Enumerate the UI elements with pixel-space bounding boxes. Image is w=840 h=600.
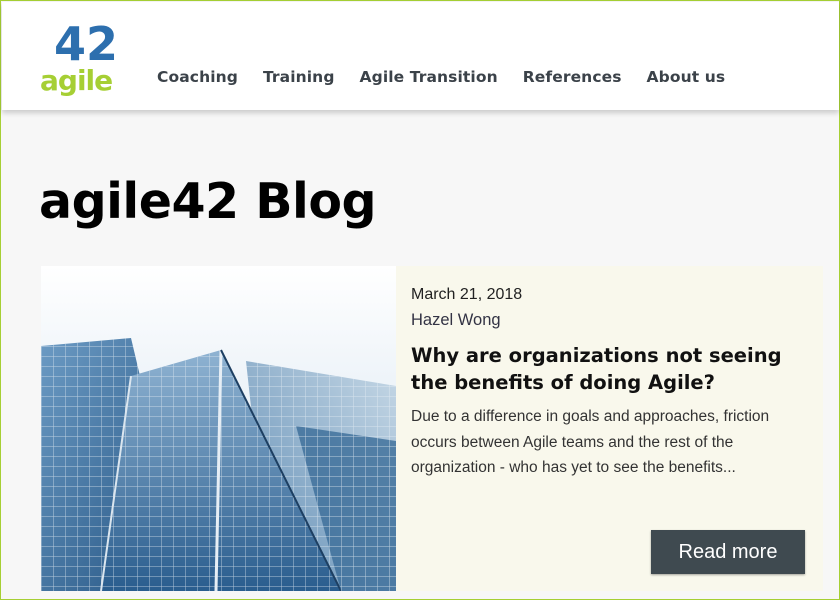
post-panel: March 21, 2018 Hazel Wong Why are organi…: [396, 266, 823, 591]
post-image[interactable]: [41, 266, 396, 591]
post-date: March 21, 2018: [411, 286, 523, 303]
logo-number: 42: [54, 17, 118, 71]
main-nav: Coaching Training Agile Transition Refer…: [157, 68, 750, 86]
site-header: 42 agile Coaching Training Agile Transit…: [2, 2, 839, 110]
post-title[interactable]: Why are organizations not seeing the ben…: [411, 342, 811, 396]
post-excerpt: Due to a difference in goals and approac…: [411, 408, 770, 476]
page-title: agile42 Blog: [39, 173, 377, 230]
nav-item-agile-transition[interactable]: Agile Transition: [360, 68, 498, 86]
agile42-logo[interactable]: 42 agile: [38, 16, 124, 100]
nav-item-references[interactable]: References: [523, 68, 622, 86]
read-more-button[interactable]: Read more: [651, 530, 805, 574]
nav-item-training[interactable]: Training: [263, 68, 335, 86]
logo-word: agile: [40, 64, 112, 97]
nav-item-about-us[interactable]: About us: [647, 68, 726, 86]
nav-item-coaching[interactable]: Coaching: [157, 68, 238, 86]
post-author[interactable]: Hazel Wong: [411, 311, 501, 330]
